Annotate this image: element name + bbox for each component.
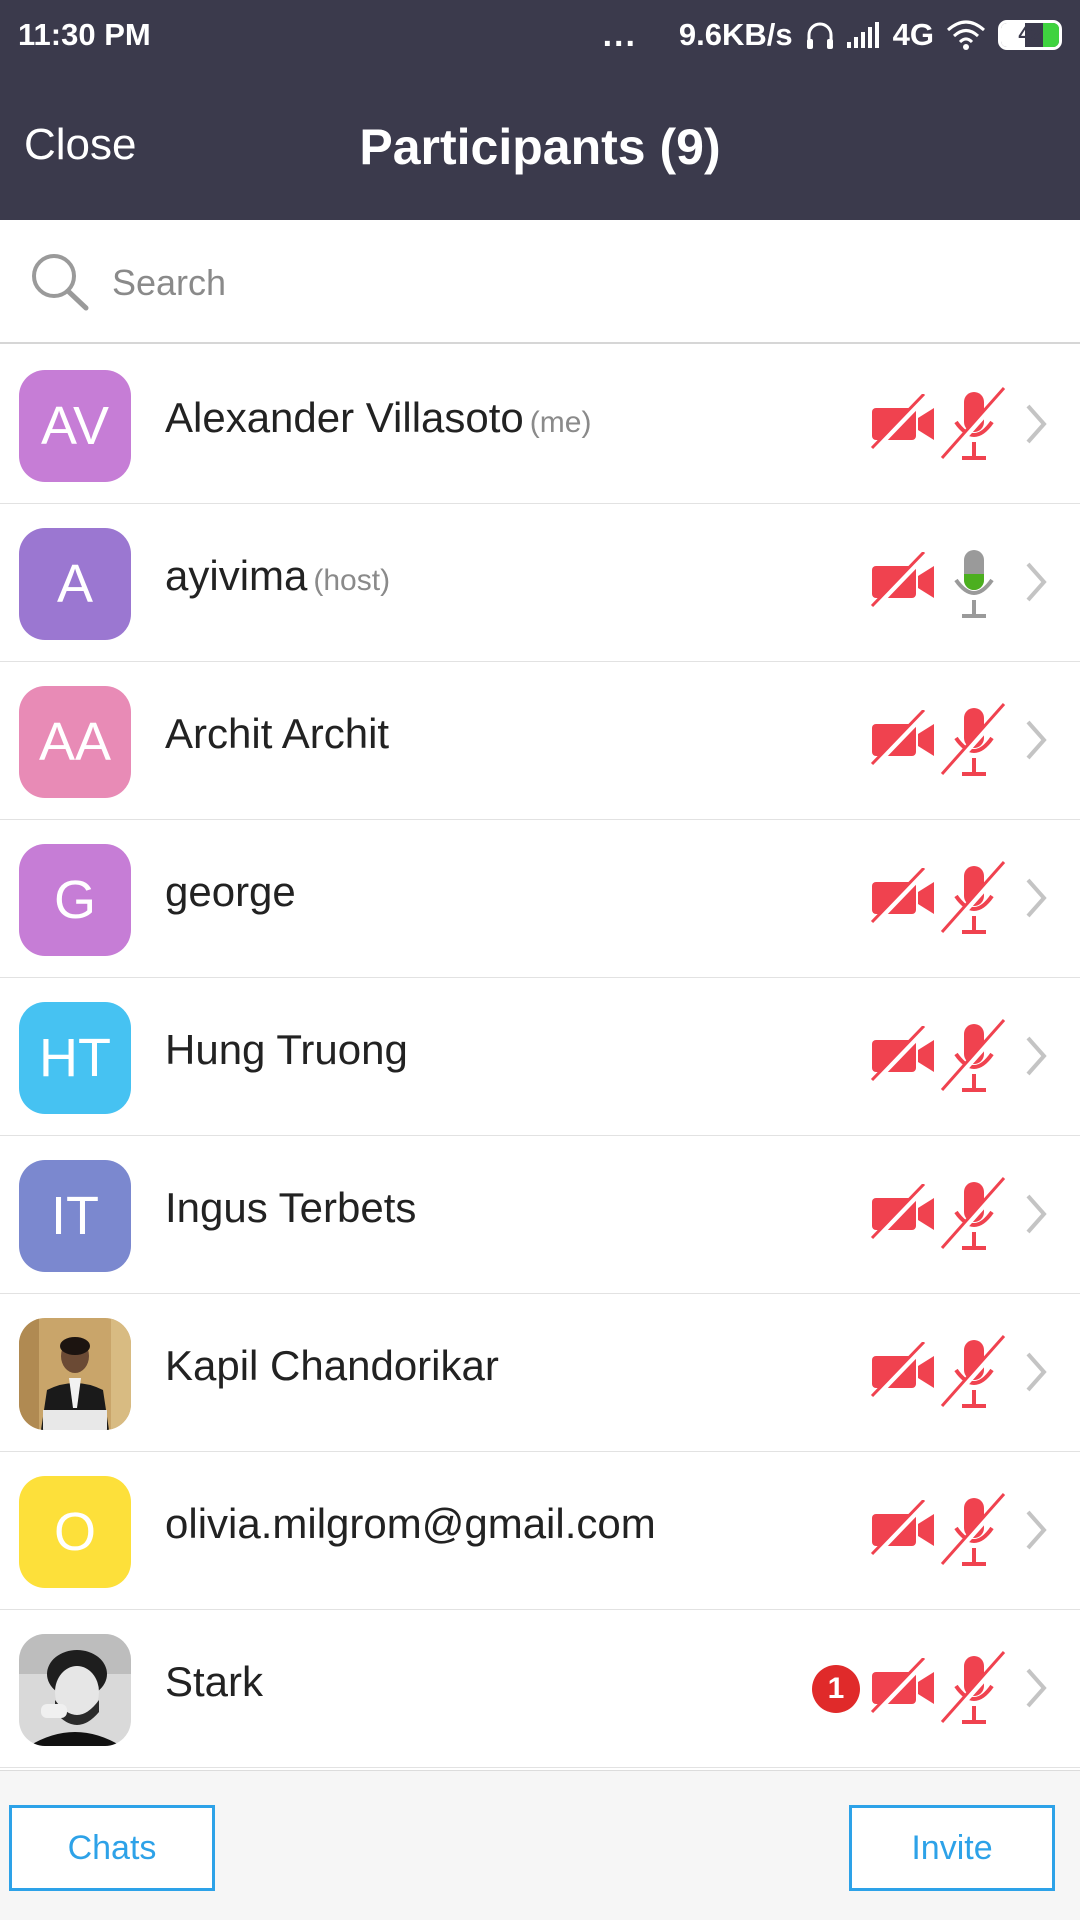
wifi-icon [946,20,986,50]
mic-on-icon [940,544,1010,629]
footer-bar: Chats Invite [0,1770,1080,1920]
participant-name-container: ayivima (host) [165,552,390,600]
participant-name: Kapil Chandorikar [165,1342,499,1389]
video-off-icon [868,866,938,931]
video-off-icon [868,1498,938,1563]
participant-name-container: george [165,868,296,916]
participant-name-container: Alexander Villasoto (me) [165,394,591,442]
mic-muted-icon [940,1492,1010,1577]
chevron-right-icon[interactable] [1024,402,1048,451]
search-input[interactable] [112,256,1012,310]
participant-name-container: Hung Truong [165,1026,408,1074]
video-off-icon [868,1182,938,1247]
video-off-icon [868,708,938,773]
participant-role-tag: (host) [313,564,391,597]
participant-row[interactable]: HT Hung Truong [0,978,1080,1136]
participant-name-container: Stark [165,1658,263,1706]
avatar-initials: IT [51,1186,99,1246]
avatar: G [19,844,131,956]
participant-row[interactable]: IT Ingus Terbets [0,1136,1080,1294]
participant-row[interactable]: Aayivima (host) [0,504,1080,662]
avatar: A [19,528,131,640]
participant-row[interactable]: Ggeorge [0,820,1080,978]
avatar: O [19,1476,131,1588]
avatar: IT [19,1160,131,1272]
chevron-right-icon[interactable] [1024,1350,1048,1399]
chevron-right-icon[interactable] [1024,1034,1048,1083]
participant-list: AV Alexander Villasoto (me) Aayivima (host) A… [0,346,1080,1768]
participant-name-container: Archit Archit [165,710,389,758]
participant-row[interactable]: AV Alexander Villasoto (me) [0,346,1080,504]
participant-row[interactable]: Oolivia.milgrom@gmail.com [0,1452,1080,1610]
avatar-initials: O [53,1502,96,1562]
network-type: 4G [892,17,934,52]
mic-muted-icon [940,1334,1010,1419]
search-icon [28,250,92,319]
avatar-initials: HT [39,1028,111,1088]
participant-name: olivia.milgrom@gmail.com [165,1500,656,1547]
participant-name-container: Kapil Chandorikar [165,1342,499,1390]
video-off-icon [868,1340,938,1405]
chevron-right-icon[interactable] [1024,718,1048,767]
avatar-initials: G [53,870,96,930]
mic-muted-icon [940,386,1010,471]
status-bar: 11:30 PM ... 9.6KB/s 4G 42 [0,0,1080,70]
avatar: AA [19,686,131,798]
page-title: Participants (9) [359,119,721,175]
video-off-icon [868,392,938,457]
participant-name-container: olivia.milgrom@gmail.com [165,1500,656,1548]
mic-muted-icon [940,702,1010,787]
avatar [19,1318,131,1430]
participant-role-tag: (me) [529,406,592,439]
chevron-right-icon[interactable] [1024,876,1048,925]
battery-icon: 42 [998,20,1062,50]
participant-name: george [165,868,296,915]
avatar: AV [19,370,131,482]
participant-row[interactable]: Kapil Chandorikar [0,1294,1080,1452]
nav-bar: Close Participants (9) [0,70,1080,220]
participant-row[interactable]: AA Archit Archit [0,662,1080,820]
participant-name: Archit Archit [165,710,390,757]
signal-icon [846,22,881,48]
chevron-right-icon[interactable] [1024,1508,1048,1557]
chevron-right-icon[interactable] [1024,1666,1048,1715]
search-bar [0,220,1080,344]
participant-name-container: Ingus Terbets [165,1184,416,1232]
battery-level: 42 [1018,23,1042,46]
avatar: HT [19,1002,131,1114]
participant-name: Ingus Terbets [165,1184,417,1231]
participant-name: ayivima [165,552,308,599]
headphones-icon [805,19,835,51]
unread-badge: 1 [812,1665,860,1713]
network-speed: 9.6KB/s [678,17,793,52]
participant-name: Hung Truong [165,1026,408,1073]
chevron-right-icon[interactable] [1024,1192,1048,1241]
chevron-right-icon[interactable] [1024,560,1048,609]
video-off-icon [868,1656,938,1721]
chats-button[interactable]: Chats [9,1805,215,1891]
mic-muted-icon [940,860,1010,945]
avatar-initials: AA [38,712,112,772]
avatar-initials: AV [40,396,110,456]
avatar [19,1634,131,1746]
participant-row[interactable]: Stark 1 [0,1610,1080,1768]
video-off-icon [868,1024,938,1089]
status-time: 11:30 PM [18,17,151,52]
avatar-initials: A [56,554,94,614]
participant-name: Alexander Villasoto [165,394,524,441]
video-off-icon [868,550,938,615]
mic-muted-icon [940,1650,1010,1735]
invite-button[interactable]: Invite [849,1805,1055,1891]
status-overflow: ... [602,15,637,54]
mic-muted-icon [940,1176,1010,1261]
participant-name: Stark [165,1658,264,1705]
mic-muted-icon [940,1018,1010,1103]
